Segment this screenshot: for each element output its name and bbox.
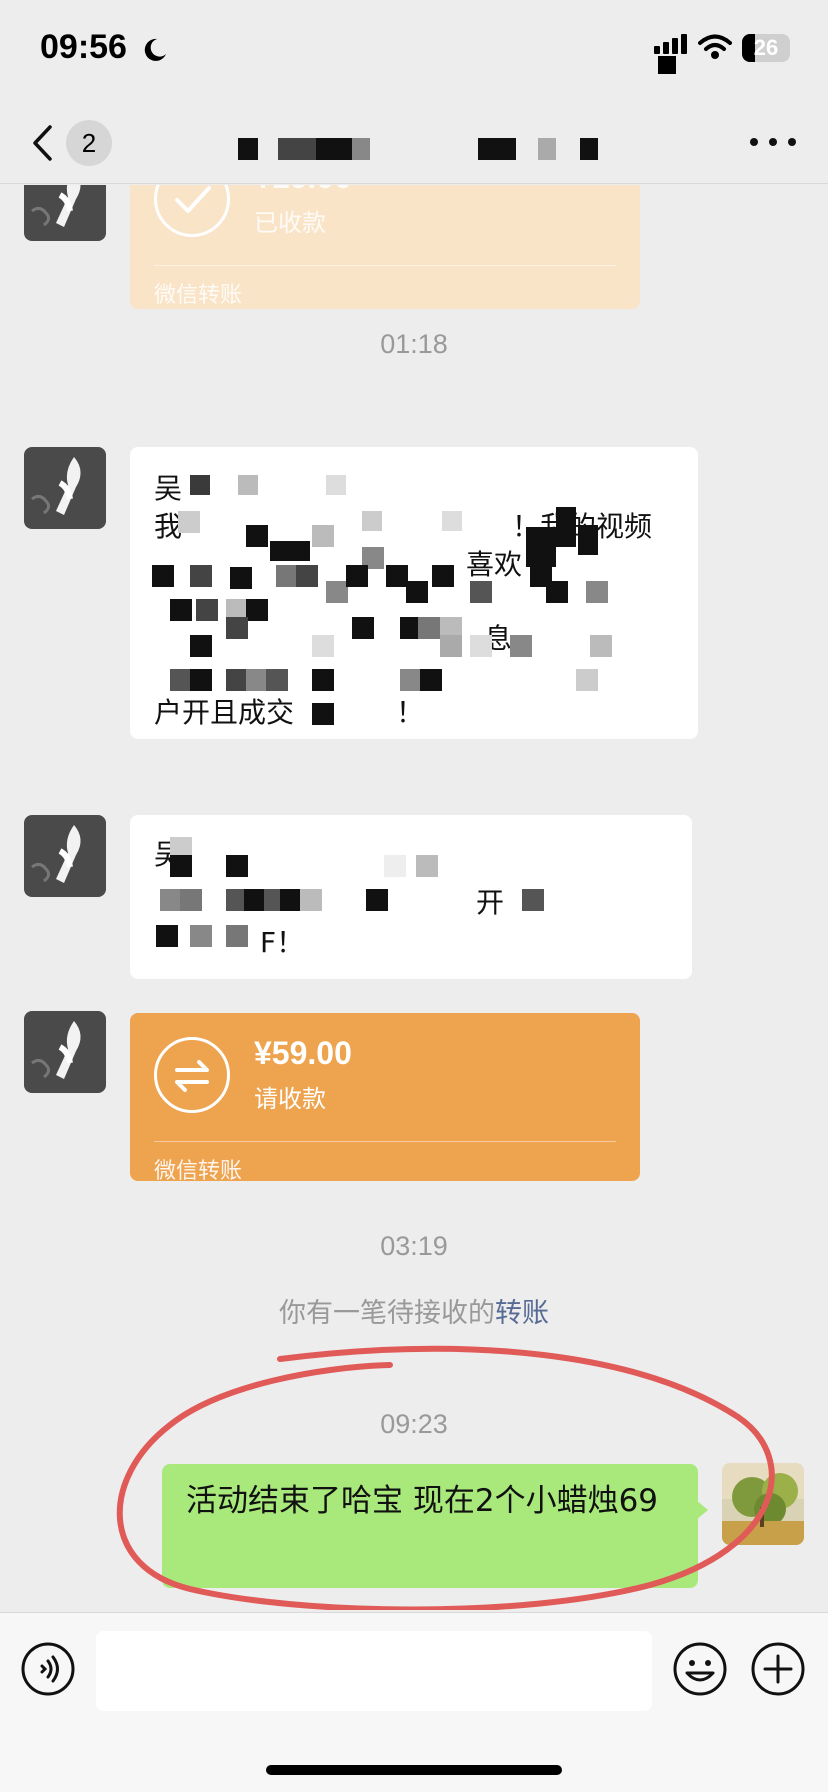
signal-icon [654, 34, 687, 74]
transfer-footer-label: 微信转账 [154, 283, 243, 308]
status-time: 09:56 [40, 28, 127, 66]
check-icon [154, 185, 230, 237]
message-input[interactable] [96, 1631, 652, 1711]
message-list[interactable]: ¥10.00 已收款 微信转账 01:18 吴 我 ！我的视频 喜欢 息 户开且… [0, 185, 828, 1610]
message-timestamp: 01:18 [380, 329, 448, 359]
transfer-amount: ¥10.00 [254, 185, 352, 196]
home-indicator [266, 1765, 562, 1775]
transfer-arrows-icon [154, 1037, 230, 1113]
transfer-divider [154, 265, 616, 266]
voice-input-button[interactable] [20, 1641, 76, 1697]
self-avatar[interactable] [722, 1463, 804, 1545]
contact-avatar[interactable] [24, 815, 106, 897]
system-note-pending-transfer: 你有一笔待接收的转账 [0, 1291, 828, 1330]
unread-count-badge: 2 [66, 120, 112, 166]
message-timestamp: 09:23 [380, 1409, 448, 1439]
system-note-text: 你有一笔待接收的 [279, 1298, 495, 1329]
wifi-icon [698, 34, 732, 59]
battery-icon: 26 [742, 34, 790, 62]
transfer-status: 已收款 [254, 209, 326, 237]
transfer-divider [154, 1141, 616, 1142]
contact-avatar[interactable] [24, 447, 106, 529]
message-timestamp: 03:19 [380, 1231, 448, 1261]
transfer-amount: ¥59.00 [254, 1035, 352, 1071]
transfer-status: 请收款 [254, 1085, 326, 1113]
outgoing-text-bubble[interactable]: 活动结束了哈宝 现在2个小蜡烛69 [162, 1464, 698, 1588]
mosaic-redaction [156, 837, 544, 947]
incoming-text-bubble-redacted[interactable]: 吴 我 ！我的视频 喜欢 息 户开且成交 ！ [130, 447, 698, 739]
outgoing-bubble-tail [696, 1500, 708, 1520]
transfer-footer-label: 微信转账 [154, 1159, 243, 1184]
transfer-link[interactable]: 转账 [495, 1298, 549, 1329]
outgoing-message-text: 活动结束了哈宝 现在2个小蜡烛69 [186, 1483, 659, 1519]
chat-title-redacted [238, 138, 608, 160]
battery-level: 26 [753, 35, 779, 60]
emoji-button[interactable] [672, 1641, 728, 1697]
contact-avatar[interactable] [24, 185, 106, 241]
incoming-text-bubble-redacted[interactable]: 吴 开 F！ [130, 815, 692, 979]
transfer-card-pending[interactable]: ¥59.00 请收款 微信转账 [130, 1013, 640, 1184]
input-bar [0, 1612, 828, 1792]
contact-avatar[interactable] [24, 1011, 106, 1093]
transfer-card-received[interactable]: ¥10.00 已收款 微信转账 [130, 185, 640, 309]
status-bar: 09:56 26 [0, 0, 828, 100]
chevron-left-icon [33, 125, 52, 161]
plus-button[interactable] [750, 1641, 806, 1697]
mosaic-redaction [152, 475, 612, 725]
chat-screen: 09:56 26 2 已收款 微信转账 01:18 吴 我 喜欢 息 户开且成交… [0, 0, 828, 1792]
nav-bar: 2 [0, 100, 828, 184]
back-button[interactable]: 2 [26, 120, 146, 166]
more-options-button[interactable] [748, 130, 798, 154]
moon-icon [144, 38, 166, 61]
